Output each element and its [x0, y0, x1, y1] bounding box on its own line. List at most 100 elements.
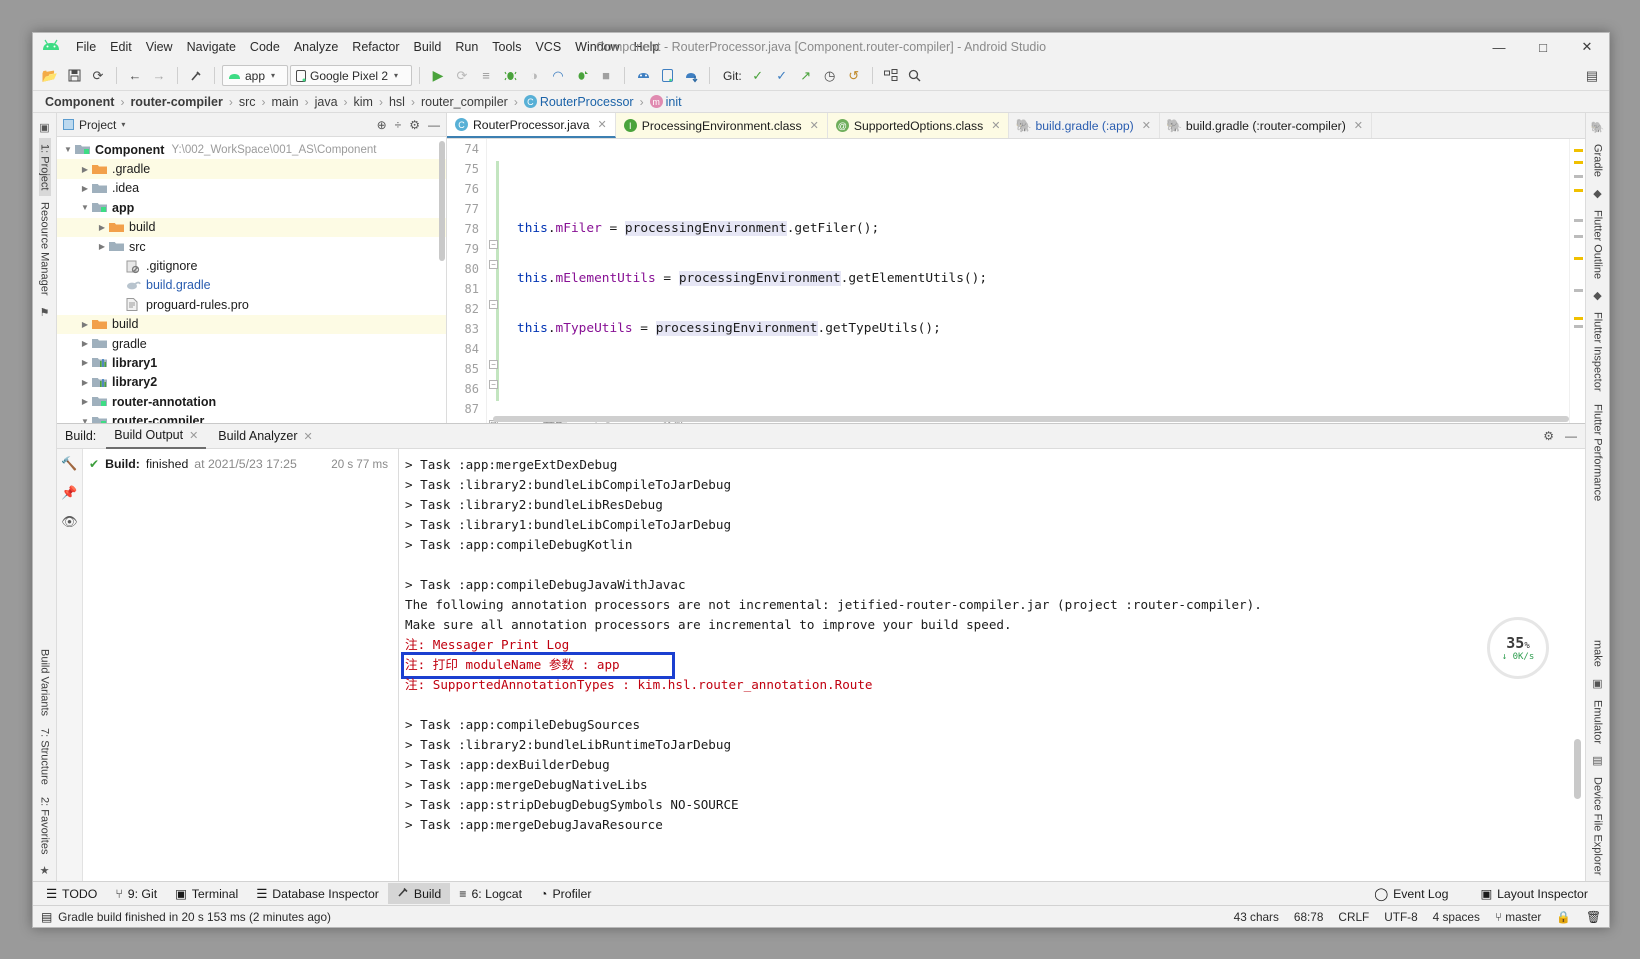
stop-icon[interactable]: ■ — [595, 65, 617, 87]
sdk-manager-icon[interactable] — [632, 65, 654, 87]
run-icon[interactable]: ▶ — [427, 65, 449, 87]
fold-marker-3[interactable]: − — [489, 300, 498, 309]
search-everywhere-icon[interactable] — [904, 65, 926, 87]
marker-info-4[interactable] — [1574, 289, 1583, 292]
toolwindow-layout-inspector[interactable]: ▣ Layout Inspector — [1471, 884, 1597, 904]
marker-info-3[interactable] — [1574, 235, 1583, 238]
git-push-icon[interactable]: ↗ — [795, 65, 817, 87]
forward-arrow-icon[interactable]: → — [148, 65, 170, 87]
tree-item-build-gradle[interactable]: build.gradle — [57, 276, 446, 295]
status-line-separator[interactable]: CRLF — [1338, 910, 1369, 924]
tree-item--gitignore[interactable]: .gitignore — [57, 256, 446, 275]
module-selector[interactable]: app ▾ — [222, 65, 288, 86]
settings-gear-icon[interactable]: ⚙ — [409, 118, 420, 132]
breadcrumb-item-kim[interactable]: kim — [350, 95, 377, 109]
maximize-button[interactable]: □ — [1521, 33, 1565, 61]
tree-item-src[interactable]: ▶ src — [57, 237, 446, 256]
tab-build-output-close-icon[interactable]: ✕ — [189, 429, 198, 442]
chevron-down-icon[interactable]: ▼ — [61, 145, 75, 154]
marker-warning-2[interactable] — [1574, 161, 1583, 164]
menu-help[interactable]: Help — [627, 37, 667, 57]
eye-toggle-icon[interactable]: 👁 — [61, 514, 78, 530]
marker-warning-4[interactable] — [1574, 257, 1583, 260]
tab-processingenvironment-class[interactable]: I ProcessingEnvironment.class ✕ — [615, 113, 828, 138]
toolwindow-build[interactable]: Build — [387, 883, 451, 904]
marker-info-2[interactable] — [1574, 219, 1583, 222]
project-panel-title-group[interactable]: Project ▾ — [63, 118, 125, 132]
memory-gauge[interactable]: 35% ↓ 0K/s — [1487, 617, 1549, 679]
breadcrumb-item-class[interactable]: C RouterProcessor — [520, 95, 638, 109]
rail-item-favorites[interactable]: 2: Favorites — [39, 791, 51, 860]
tree-item--idea[interactable]: ▶ .idea — [57, 179, 446, 198]
rail-item-make[interactable]: make — [1592, 634, 1604, 673]
rail-item-device-file-explorer[interactable]: Device File Explorer — [1592, 771, 1604, 881]
rail-item-flutter-inspector[interactable]: Flutter Inspector — [1592, 306, 1604, 397]
fold-marker-5[interactable]: − — [489, 380, 498, 389]
breadcrumb-item-router-compiler[interactable]: router-compiler — [126, 95, 226, 109]
rail-item-gradle[interactable]: Gradle — [1592, 138, 1604, 183]
project-structure-icon[interactable] — [880, 65, 902, 87]
menu-run[interactable]: Run — [448, 37, 485, 57]
collapse-all-icon[interactable]: ÷ — [395, 118, 402, 132]
menu-navigate[interactable]: Navigate — [180, 37, 243, 57]
chevron-right-icon[interactable]: ▶ — [78, 397, 92, 406]
attach-debugger-icon[interactable]: ◑ — [523, 65, 545, 87]
chevron-right-icon[interactable]: ▶ — [78, 378, 92, 387]
project-tree[interactable]: ▼ Component Y:\002_WorkSpace\001_AS\Compon… — [57, 137, 446, 423]
tab-build-analyzer[interactable]: Build Analyzer ✕ — [210, 424, 320, 449]
locate-icon[interactable]: ⊕ — [377, 118, 387, 132]
tab-build-analyzer-close-icon[interactable]: ✕ — [304, 430, 313, 443]
build-status-row[interactable]: ✔ Build: finished at 2021/5/23 17:25 20 … — [89, 457, 392, 471]
build-hammer-icon[interactable] — [185, 65, 207, 87]
chevron-right-icon[interactable]: ▶ — [78, 165, 92, 174]
apply-changes-icon[interactable]: ⟳ — [451, 65, 473, 87]
status-indent[interactable]: 4 spaces — [1433, 910, 1480, 924]
menu-tools[interactable]: Tools — [485, 37, 528, 57]
chevron-down-icon[interactable]: ▼ — [78, 203, 92, 212]
build-log-scrollbar[interactable] — [1574, 739, 1581, 799]
undo-icon[interactable]: ↺ — [843, 65, 865, 87]
lock-icon[interactable]: 🔒 — [1556, 910, 1571, 924]
tab-routerprocessor-java[interactable]: C RouterProcessor.java ✕ — [447, 113, 616, 138]
tree-item-build[interactable]: ▶ build — [57, 217, 446, 237]
chevron-right-icon[interactable]: ▶ — [95, 242, 109, 251]
profile-icon[interactable]: ◠ — [547, 65, 569, 87]
build-hide-icon[interactable]: — — [1565, 429, 1577, 443]
editor-marker-strip[interactable] — [1569, 139, 1585, 423]
rail-item-structure[interactable]: 7: Structure — [39, 722, 51, 791]
hide-panel-icon[interactable]: — — [428, 118, 440, 132]
back-arrow-icon[interactable]: ← — [124, 65, 146, 87]
git-history-icon[interactable]: ◷ — [819, 65, 841, 87]
rerun-build-icon[interactable]: 🔨 — [61, 456, 77, 472]
chevron-right-icon[interactable]: ▶ — [78, 358, 92, 367]
menu-vcs[interactable]: VCS — [528, 37, 568, 57]
menu-refactor[interactable]: Refactor — [345, 37, 406, 57]
layout-icon[interactable]: ▤ — [1581, 65, 1603, 87]
chevron-right-icon[interactable]: ▶ — [78, 320, 92, 329]
tab-close-icon-3[interactable]: ✕ — [1142, 119, 1151, 132]
status-encoding[interactable]: UTF-8 — [1384, 910, 1417, 924]
menu-code[interactable]: Code — [243, 37, 287, 57]
save-all-icon[interactable] — [63, 65, 85, 87]
status-caret-position[interactable]: 68:78 — [1294, 910, 1324, 924]
menu-window[interactable]: Window — [568, 37, 626, 57]
marker-info-5[interactable] — [1574, 325, 1583, 328]
tab-build-gradle-router-compiler[interactable]: 🐘 build.gradle (:router-compiler) ✕ — [1160, 113, 1372, 138]
apply-code-changes-icon[interactable]: ≡ — [475, 65, 497, 87]
toolwindow-logcat[interactable]: ≡ 6: Logcat — [450, 884, 531, 904]
tree-item-library2[interactable]: ▶ library2 — [57, 373, 446, 392]
project-tree-scrollbar[interactable] — [439, 141, 445, 261]
marker-warning-3[interactable] — [1574, 189, 1583, 192]
code-fold-strip[interactable]: − − − − − ⊟ — [487, 139, 509, 423]
tree-item--gradle[interactable]: ▶ .gradle — [57, 159, 446, 179]
build-output-log[interactable]: > Task :app:mergeExtDexDebug > Task :libr… — [399, 449, 1585, 881]
tab-close-icon-0[interactable]: ✕ — [598, 118, 607, 131]
fold-marker-2[interactable]: − — [489, 260, 498, 269]
fold-marker-4[interactable]: − — [489, 360, 498, 369]
menu-file[interactable]: File — [69, 37, 103, 57]
rail-item-project[interactable]: 1: Project — [38, 138, 51, 197]
breadcrumb-item-component[interactable]: Component — [41, 95, 118, 109]
tree-item-proguard-rules-pro[interactable]: proguard-rules.pro — [57, 295, 446, 314]
trash-icon[interactable]: 🗑 — [1586, 910, 1601, 924]
run-coverage-icon[interactable] — [571, 65, 593, 87]
